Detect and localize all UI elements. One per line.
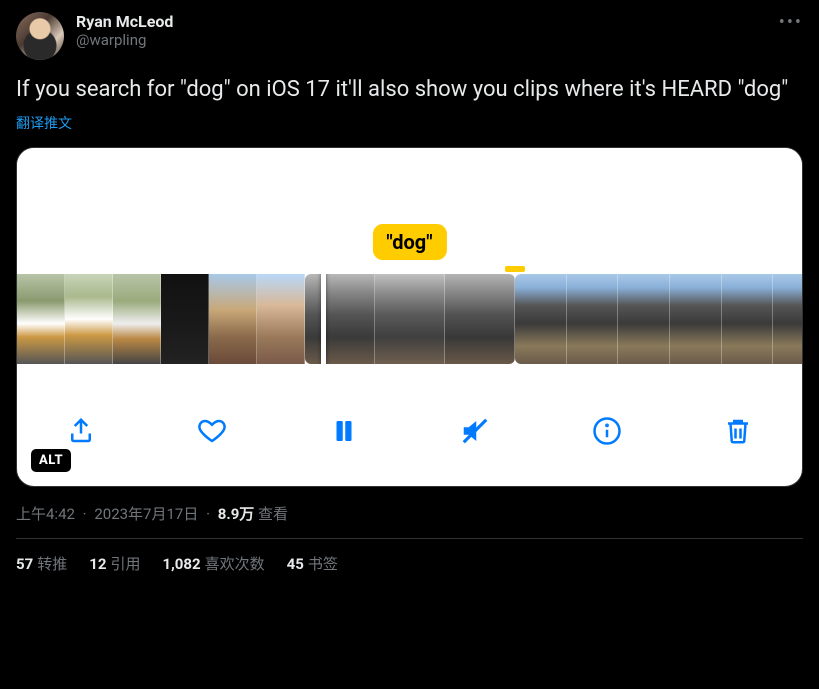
bookmarks-label: 书签 [308, 555, 338, 573]
thumbnail-frame [618, 274, 670, 364]
likes-label: 喜欢次数 [205, 555, 265, 573]
thumbnail-frame [567, 274, 619, 364]
thumbnail-frame [17, 274, 65, 364]
video-clip[interactable] [17, 274, 305, 364]
thumbnail-frame [773, 274, 803, 364]
user-info[interactable]: Ryan McLeod @warpling [76, 12, 173, 49]
media-toolbar [17, 396, 802, 466]
quotes-label: 引用 [110, 555, 140, 573]
thumbnail-frame [257, 274, 305, 364]
display-name: Ryan McLeod [76, 12, 173, 31]
share-icon[interactable] [61, 411, 101, 451]
retweets-label: 转推 [37, 555, 67, 573]
mute-icon[interactable] [455, 411, 495, 451]
views-label: 查看 [258, 505, 288, 523]
quotes-stat[interactable]: 12引用 [89, 553, 140, 574]
thumbnail-frame [209, 274, 257, 364]
translate-link[interactable]: 翻译推文 [16, 113, 803, 133]
tweet-meta: 上午4:42 · 2023年7月17日 · 8.9万 查看 [16, 503, 803, 524]
user-handle: @warpling [76, 31, 173, 49]
quotes-count: 12 [89, 555, 106, 573]
avatar[interactable] [16, 12, 64, 60]
retweets-stat[interactable]: 57转推 [16, 553, 67, 574]
info-icon[interactable] [587, 411, 627, 451]
trash-icon[interactable] [718, 411, 758, 451]
thumbnail-frame [161, 274, 209, 364]
thumbnail-frame [113, 274, 161, 364]
likes-count: 1,082 [162, 555, 200, 573]
meta-separator: · [206, 505, 210, 523]
media-whitespace [17, 148, 802, 218]
tweet-date[interactable]: 2023年7月17日 [94, 505, 198, 523]
thumbnail-frame [375, 274, 445, 364]
media-card[interactable]: "dog" [16, 147, 803, 487]
thumbnail-frame [722, 274, 774, 364]
thumbnail-frame [515, 274, 567, 364]
alt-badge[interactable]: ALT [31, 449, 71, 472]
retweets-count: 57 [16, 555, 33, 573]
tweet-header: Ryan McLeod @warpling ••• [16, 12, 803, 60]
tweet-stats: 57转推 12引用 1,082 喜欢次数 45书签 [16, 539, 803, 574]
caption-marker [505, 266, 525, 272]
caption-tooltip: "dog" [372, 224, 446, 260]
tweet-time[interactable]: 上午4:42 [16, 505, 75, 523]
video-clip[interactable] [515, 274, 803, 364]
bookmarks-stat[interactable]: 45书签 [287, 553, 338, 574]
views-count: 8.9万 [218, 505, 255, 523]
meta-separator: · [83, 505, 87, 523]
thumbnail-frame [65, 274, 113, 364]
thumbnail-frame [670, 274, 722, 364]
playhead[interactable] [321, 274, 326, 364]
video-clip[interactable] [305, 274, 515, 364]
bookmarks-count: 45 [287, 555, 304, 573]
more-icon[interactable]: ••• [779, 12, 803, 33]
likes-stat[interactable]: 1,082 喜欢次数 [162, 553, 264, 574]
tweet-text: If you search for "dog" on iOS 17 it'll … [16, 76, 803, 105]
pause-icon[interactable] [324, 411, 364, 451]
thumbnail-frame [305, 274, 375, 364]
thumbnail-frame [445, 274, 515, 364]
tweet-container: Ryan McLeod @warpling ••• If you search … [0, 0, 819, 574]
heart-icon[interactable] [192, 411, 232, 451]
timeline-strip[interactable] [17, 274, 802, 364]
